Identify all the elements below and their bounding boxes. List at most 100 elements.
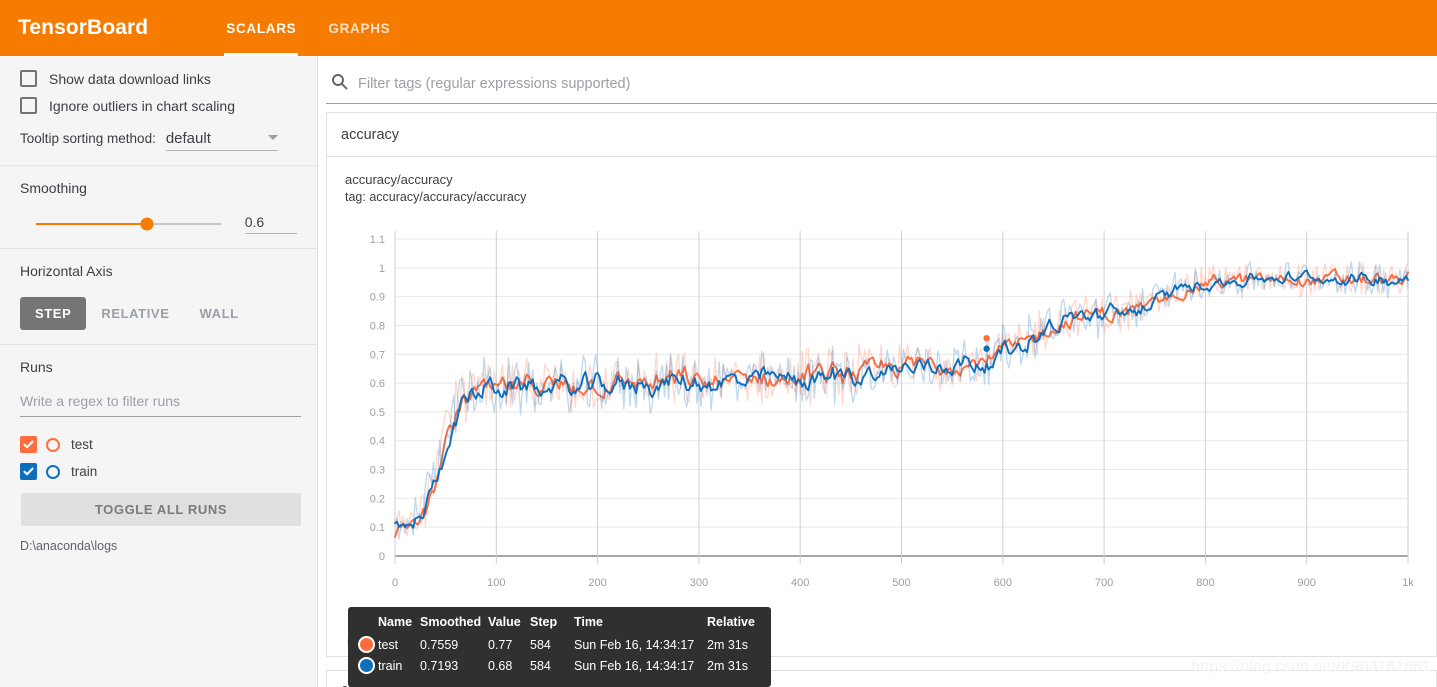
svg-text:100: 100 [487, 577, 505, 589]
svg-text:0.2: 0.2 [370, 493, 385, 505]
axis-option-wall[interactable]: WALL [184, 297, 253, 330]
svg-text:1k: 1k [1402, 577, 1414, 589]
tooltip-col-color [348, 615, 378, 634]
checkbox-label: Show data download links [49, 70, 211, 87]
svg-text:0.4: 0.4 [370, 436, 385, 448]
tooltip-col-time: Time [574, 615, 603, 629]
tooltip-cell-relative: 2m 31s [707, 658, 748, 673]
tooltip-sorting-label: Tooltip sorting method: [20, 131, 156, 146]
tensorboard-app: TensorBoard SCALARS GRAPHS Show data dow… [0, 0, 1437, 687]
axis-option-step[interactable]: STEP [20, 297, 87, 330]
app-brand: TensorBoard [18, 16, 149, 39]
svg-text:500: 500 [892, 577, 910, 589]
svg-text:700: 700 [1095, 577, 1113, 589]
smoothing-slider[interactable] [36, 217, 221, 231]
smoothing-slider-fill [36, 223, 147, 225]
tooltip-row-train: train 0.7193 0.68 584 Sun Feb 16, 14:34:… [348, 655, 771, 676]
chart-title: accuracy/accuracy [345, 172, 453, 187]
tag-filter-bar[interactable]: Filter tags (regular expressions support… [326, 64, 1437, 104]
series-color-dot [358, 657, 375, 674]
smoothing-slider-row: 0.6 [20, 214, 297, 234]
svg-text:0: 0 [379, 551, 385, 563]
svg-text:800: 800 [1196, 577, 1214, 589]
runs-section: Runs Write a regex to filter runs test t… [0, 345, 317, 567]
main-nav: SCALARS GRAPHS [210, 0, 406, 56]
run-checkbox[interactable] [20, 463, 37, 480]
svg-text:0.1: 0.1 [370, 522, 385, 534]
svg-text:0.7: 0.7 [370, 349, 385, 361]
checkbox-show-data-download-links[interactable]: Show data download links [20, 70, 297, 87]
card-accuracy-header[interactable]: accuracy [326, 112, 1437, 157]
horizontal-axis-title: Horizontal Axis [20, 263, 113, 279]
tooltip-cell-smoothed: 0.7559 [420, 637, 459, 652]
svg-text:0.5: 0.5 [370, 407, 385, 419]
watermark: https://blog.csdn.net/K903161661 [1191, 658, 1431, 675]
horizontal-axis-section: Horizontal Axis STEP RELATIVE WALL [0, 249, 317, 345]
smoothing-section: Smoothing 0.6 [0, 166, 317, 249]
toggle-all-runs-button[interactable]: TOGGLE ALL RUNS [21, 493, 301, 526]
tooltip-sorting-value: default [165, 130, 211, 147]
tooltip-col-value: Value [488, 615, 521, 629]
logdir-path: D:\anaconda\logs [20, 539, 118, 553]
sidebar: Show data download links Ignore outliers… [0, 56, 318, 687]
tooltip-header-row: Name Smoothed Value Step Time Relative [348, 615, 771, 634]
svg-text:0.3: 0.3 [370, 465, 385, 477]
svg-text:0.9: 0.9 [370, 292, 385, 304]
checkbox-ignore-outliers[interactable]: Ignore outliers in chart scaling [20, 97, 297, 114]
series-color-dot [358, 636, 375, 653]
chart-svg[interactable]: 0 0.1 0.2 0.3 0.4 0.5 0.6 0.7 0.8 0.9 1 1.1 0 100 200 3… [327, 219, 1436, 599]
tab-scalars[interactable]: SCALARS [210, 0, 312, 56]
chart-plot-area[interactable]: 0 0.1 0.2 0.3 0.4 0.5 0.6 0.7 0.8 0.9 1 1.1 0 100 200 3… [327, 219, 1436, 599]
run-label: train [71, 464, 98, 479]
app-header: TensorBoard SCALARS GRAPHS [0, 0, 1437, 56]
tooltip-cell-value: 0.68 [488, 658, 513, 673]
svg-text:0.8: 0.8 [370, 320, 385, 332]
tooltip-cell-step: 584 [530, 658, 551, 673]
tag-filter-input[interactable]: Filter tags (regular expressions support… [358, 76, 630, 92]
tooltip-cell-name: train [378, 658, 403, 673]
smoothing-value-input[interactable]: 0.6 [244, 214, 297, 234]
svg-text:0: 0 [392, 577, 398, 589]
checkbox-label: Ignore outliers in chart scaling [49, 97, 235, 114]
run-label: test [71, 437, 93, 452]
tooltip-row-test: test 0.7559 0.77 584 Sun Feb 16, 14:34:1… [348, 634, 771, 655]
runs-title: Runs [20, 359, 53, 375]
tooltip-cell-time: Sun Feb 16, 14:34:17 [574, 658, 695, 673]
horizontal-axis-options: STEP RELATIVE WALL [20, 297, 297, 330]
svg-text:1.1: 1.1 [370, 234, 385, 246]
tooltip-cell-value: 0.77 [488, 637, 513, 652]
checkbox-box [20, 97, 37, 114]
smoothing-slider-knob[interactable] [140, 217, 154, 231]
run-item-test[interactable]: test [20, 431, 297, 458]
svg-text:300: 300 [690, 577, 708, 589]
smoothing-title: Smoothing [20, 180, 87, 196]
tooltip-cell-relative: 2m 31s [707, 637, 748, 652]
card-accuracy-title: accuracy [341, 127, 400, 143]
svg-text:900: 900 [1298, 577, 1316, 589]
tooltip-sorting-select[interactable]: default [165, 130, 278, 151]
chevron-down-icon [267, 134, 278, 140]
run-item-train[interactable]: train [20, 458, 297, 485]
svg-text:0.6: 0.6 [370, 378, 385, 390]
tooltip-sorting-method: Tooltip sorting method: default [20, 130, 297, 151]
run-checkbox[interactable] [20, 436, 37, 453]
tooltip-table: Name Smoothed Value Step Time Relative t… [348, 615, 771, 676]
tooltip-cell-step: 584 [530, 637, 551, 652]
tooltip-col-relative: Relative [707, 615, 755, 629]
tooltip-cell-name: test [378, 637, 399, 652]
axis-option-relative[interactable]: RELATIVE [86, 297, 184, 330]
svg-text:1: 1 [379, 263, 385, 275]
sidebar-options-section: Show data download links Ignore outliers… [0, 56, 317, 166]
search-icon [331, 73, 348, 95]
tab-graphs[interactable]: GRAPHS [312, 0, 406, 56]
svg-text:600: 600 [994, 577, 1012, 589]
runs-filter-input[interactable]: Write a regex to filter runs [20, 393, 301, 417]
chart-card-accuracy: accuracy/accuracy tag: accuracy/accuracy… [326, 157, 1437, 657]
run-color-dot [46, 437, 60, 452]
tooltip-cell-color [348, 634, 378, 655]
tooltip-col-smoothed: Smoothed [420, 615, 482, 629]
main-content: Filter tags (regular expressions support… [318, 56, 1437, 687]
tooltip-col-name: Name [378, 615, 413, 629]
tooltip-cell-color [348, 655, 378, 676]
chart-tag: tag: accuracy/accuracy/accuracy [345, 189, 527, 204]
